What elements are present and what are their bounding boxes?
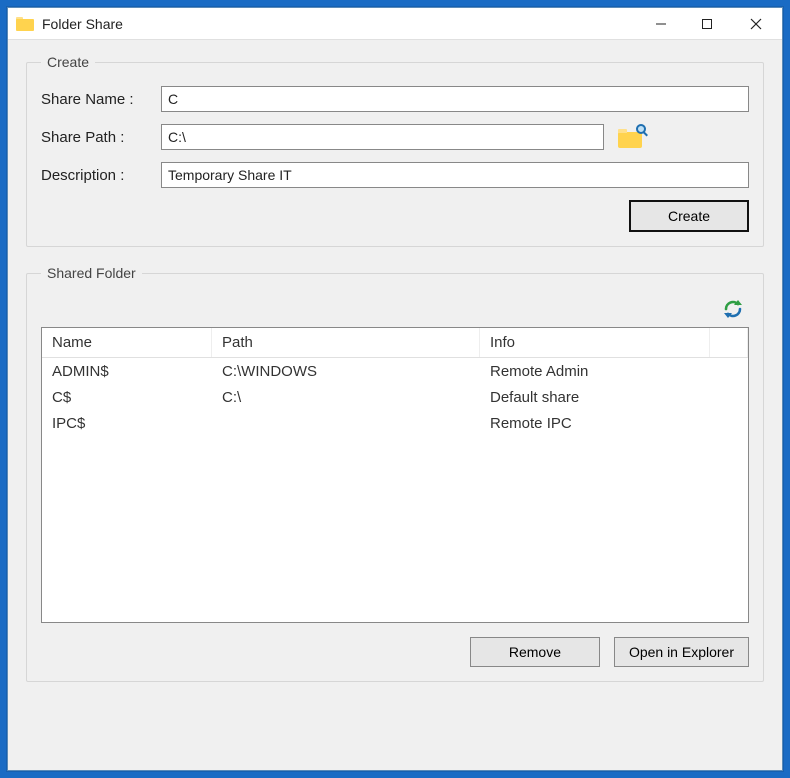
client-area: Create Share Name : Share Path : Descrip… bbox=[8, 40, 782, 718]
share-name-label: Share Name : bbox=[41, 91, 161, 108]
maximize-button[interactable] bbox=[684, 8, 730, 39]
table-row[interactable]: C$C:\Default share bbox=[42, 384, 748, 410]
col-header-path[interactable]: Path bbox=[212, 328, 480, 357]
cell-name: ADMIN$ bbox=[42, 363, 212, 380]
shared-folder-list[interactable]: Name Path Info ADMIN$C:\WINDOWSRemote Ad… bbox=[41, 327, 749, 623]
open-in-explorer-button[interactable]: Open in Explorer bbox=[614, 637, 749, 667]
browse-folder-button[interactable] bbox=[618, 126, 644, 148]
list-header[interactable]: Name Path Info bbox=[42, 328, 748, 358]
folder-search-icon bbox=[618, 132, 642, 148]
remove-button[interactable]: Remove bbox=[470, 637, 600, 667]
close-button[interactable] bbox=[730, 8, 782, 39]
create-group-legend: Create bbox=[41, 54, 95, 70]
description-input[interactable] bbox=[161, 162, 749, 188]
create-button-row: Create bbox=[41, 200, 749, 232]
create-button[interactable]: Create bbox=[629, 200, 749, 232]
list-body: ADMIN$C:\WINDOWSRemote AdminC$C:\Default… bbox=[42, 358, 748, 436]
magnifier-icon bbox=[636, 124, 646, 134]
shared-folder-group: Shared Folder Name Path bbox=[26, 265, 764, 682]
description-row: Description : bbox=[41, 162, 749, 188]
window-title: Folder Share bbox=[42, 16, 123, 32]
cell-path: C:\ bbox=[212, 389, 480, 406]
folder-icon bbox=[16, 17, 34, 31]
share-path-row: Share Path : bbox=[41, 124, 749, 150]
cell-info: Remote IPC bbox=[480, 415, 710, 432]
refresh-row bbox=[41, 297, 749, 321]
table-row[interactable]: ADMIN$C:\WINDOWSRemote Admin bbox=[42, 358, 748, 384]
refresh-button[interactable] bbox=[721, 297, 745, 321]
cell-name: C$ bbox=[42, 389, 212, 406]
share-name-row: Share Name : bbox=[41, 86, 749, 112]
share-path-input[interactable] bbox=[161, 124, 604, 150]
table-row[interactable]: IPC$ Remote IPC bbox=[42, 410, 748, 436]
share-name-input[interactable] bbox=[161, 86, 749, 112]
col-header-end[interactable] bbox=[710, 328, 748, 357]
cell-info: Remote Admin bbox=[480, 363, 710, 380]
shared-folder-legend: Shared Folder bbox=[41, 265, 142, 281]
cell-name: IPC$ bbox=[42, 415, 212, 432]
minimize-button[interactable] bbox=[638, 8, 684, 39]
col-header-name[interactable]: Name bbox=[42, 328, 212, 357]
cell-path: C:\WINDOWS bbox=[212, 363, 480, 380]
page-frame: Folder Share Create Share Name : Shar bbox=[0, 0, 790, 778]
col-header-info[interactable]: Info bbox=[480, 328, 710, 357]
share-path-label: Share Path : bbox=[41, 129, 161, 146]
cell-info: Default share bbox=[480, 389, 710, 406]
create-group: Create Share Name : Share Path : Descrip… bbox=[26, 54, 764, 247]
shared-folder-buttons: Remove Open in Explorer bbox=[41, 637, 749, 667]
app-window: Folder Share Create Share Name : Shar bbox=[7, 7, 783, 771]
description-label: Description : bbox=[41, 167, 161, 184]
titlebar[interactable]: Folder Share bbox=[8, 8, 782, 40]
